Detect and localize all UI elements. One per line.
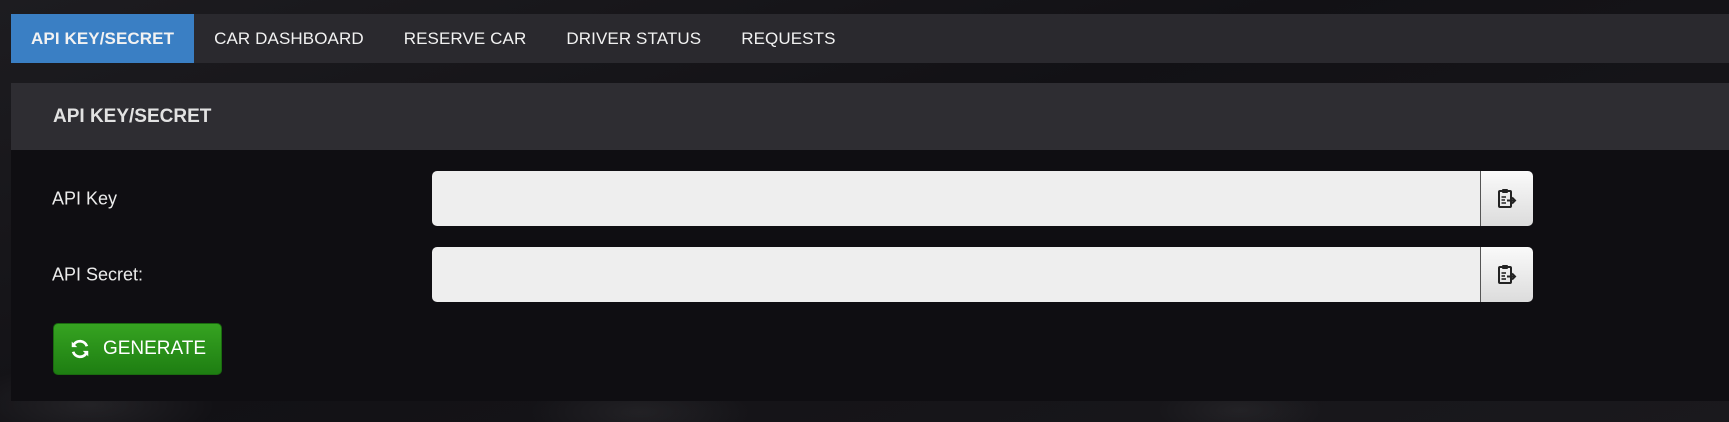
nav-tab-api-key-secret[interactable]: API KEY/SECRET <box>11 14 195 63</box>
nav-tab-car-dashboard[interactable]: CAR DASHBOARD <box>194 14 384 63</box>
panel-title: API KEY/SECRET <box>11 83 1729 150</box>
api-secret-row: API Secret: <box>11 247 1729 302</box>
api-secret-input[interactable] <box>432 247 1480 302</box>
api-key-input[interactable] <box>432 171 1480 226</box>
clipboard-copy-icon <box>1498 188 1517 208</box>
clipboard-copy-icon <box>1498 264 1517 284</box>
api-key-label: API Key <box>52 188 118 208</box>
api-credentials-panel: API KEY/SECRET API Key API Secret: GENER… <box>11 83 1729 401</box>
api-secret-input-group <box>432 247 1533 302</box>
nav-tab-requests[interactable]: REQUESTS <box>721 14 855 63</box>
refresh-icon <box>71 339 89 359</box>
copy-api-secret-button[interactable] <box>1480 247 1533 302</box>
api-key-row: API Key <box>11 171 1729 226</box>
api-secret-label: API Secret: <box>52 264 144 284</box>
top-navigation: API KEY/SECRET CAR DASHBOARD RESERVE CAR… <box>11 14 1729 63</box>
generate-button[interactable]: GENERATE <box>53 323 222 375</box>
copy-api-key-button[interactable] <box>1480 171 1533 226</box>
api-key-input-group <box>432 171 1533 226</box>
nav-tab-driver-status[interactable]: DRIVER STATUS <box>546 14 721 63</box>
generate-button-label: GENERATE <box>102 338 207 359</box>
nav-tab-reserve-car[interactable]: RESERVE CAR <box>384 14 547 63</box>
